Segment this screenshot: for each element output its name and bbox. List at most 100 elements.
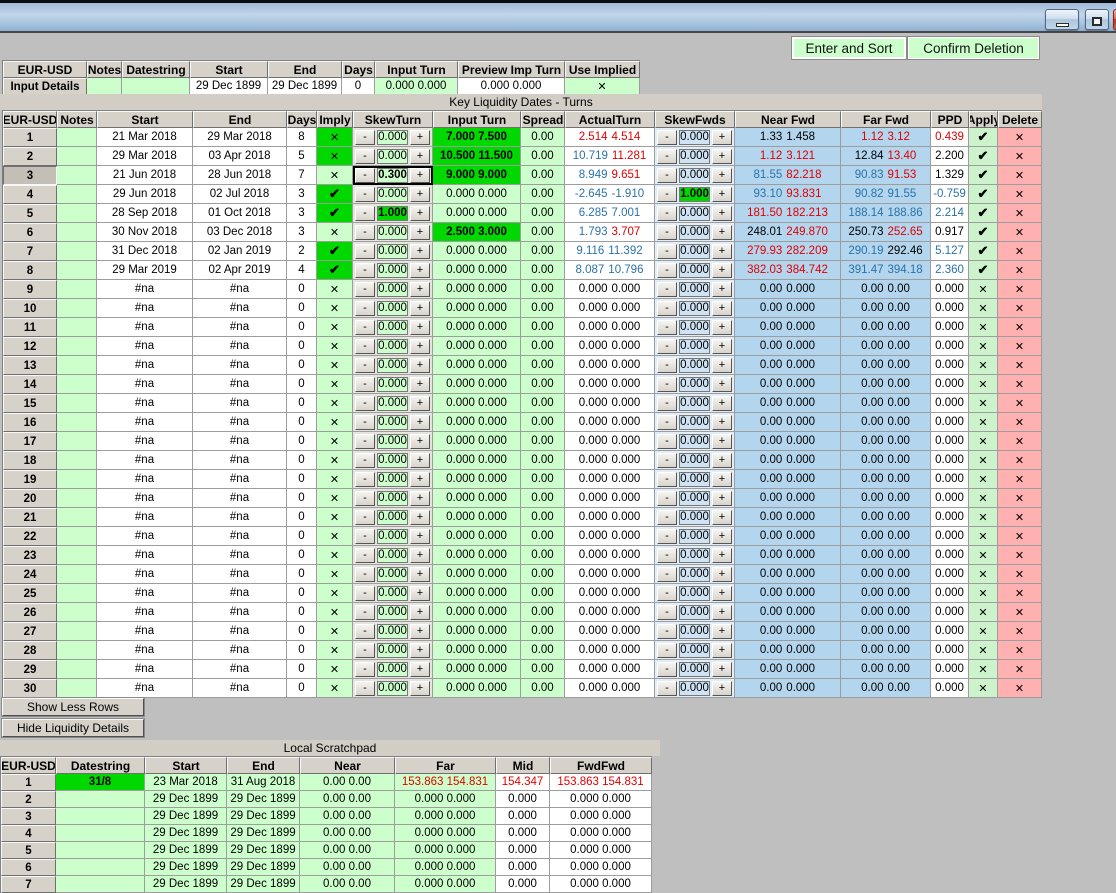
skewfwds-decrement-button[interactable]: - (657, 301, 677, 316)
row-number[interactable]: 18 (3, 451, 57, 470)
apply-toggle[interactable]: ✔ (969, 204, 998, 223)
skewfwds-increment-button[interactable]: + (712, 510, 732, 525)
skewfwds-decrement-button[interactable]: - (657, 149, 677, 164)
skewturn-increment-button[interactable]: + (410, 491, 430, 506)
input-turn-cell[interactable]: 0.000 0.000 (433, 679, 521, 698)
input-turn-cell[interactable]: 0.000 0.000 (375, 78, 458, 95)
skewfwds-increment-button[interactable]: + (712, 149, 732, 164)
skewturn-value[interactable]: 0.000 (377, 567, 408, 582)
skewturn-increment-button[interactable]: + (410, 605, 430, 620)
end-cell[interactable]: 03 Dec 2018 (193, 223, 287, 242)
notes-cell[interactable] (57, 451, 97, 470)
skewturn-decrement-button[interactable]: - (355, 472, 375, 487)
skewturn-decrement-button[interactable]: - (355, 168, 375, 183)
end-cell[interactable]: 29 Dec 1899 (227, 791, 300, 808)
input-turn-cell[interactable]: 0.000 0.000 (433, 299, 521, 318)
end-cell[interactable]: 29 Dec 1899 (227, 825, 300, 842)
row-number[interactable]: 30 (3, 679, 57, 698)
end-cell[interactable]: #na (193, 432, 287, 451)
skewturn-value[interactable]: 0.000 (377, 339, 408, 354)
apply-toggle[interactable]: ✔ (969, 242, 998, 261)
skewturn-increment-button[interactable]: + (410, 415, 430, 430)
notes-cell[interactable] (57, 318, 97, 337)
end-cell[interactable]: #na (193, 679, 287, 698)
input-turn-cell[interactable]: 0.000 0.000 (433, 242, 521, 261)
start-cell[interactable]: 31 Dec 2018 (97, 242, 193, 261)
skewturn-increment-button[interactable]: + (410, 263, 430, 278)
imply-toggle[interactable]: ✕ (317, 451, 353, 470)
input-turn-cell[interactable]: 0.000 0.000 (433, 261, 521, 280)
skewfwds-increment-button[interactable]: + (712, 377, 732, 392)
skewturn-value[interactable]: 0.000 (377, 301, 408, 316)
skewfwds-value[interactable]: 0.000 (679, 244, 710, 259)
skewfwds-decrement-button[interactable]: - (657, 643, 677, 658)
skewturn-increment-button[interactable]: + (410, 681, 430, 696)
near-cell[interactable]: 0.00 0.00 (300, 808, 395, 825)
end-cell[interactable]: #na (193, 375, 287, 394)
end-cell[interactable]: 29 Dec 1899 (268, 78, 342, 95)
input-turn-cell[interactable]: 0.000 0.000 (433, 432, 521, 451)
input-turn-cell[interactable]: 0.000 0.000 (433, 337, 521, 356)
end-cell[interactable]: #na (193, 489, 287, 508)
notes-cell[interactable] (57, 660, 97, 679)
notes-cell[interactable] (57, 527, 97, 546)
skewfwds-value[interactable]: 0.000 (679, 491, 710, 506)
skewturn-increment-button[interactable]: + (410, 434, 430, 449)
skewfwds-decrement-button[interactable]: - (657, 244, 677, 259)
delete-button[interactable]: ✕ (998, 489, 1042, 508)
delete-button[interactable]: ✕ (998, 185, 1042, 204)
start-cell[interactable]: #na (97, 394, 193, 413)
end-cell[interactable]: #na (193, 470, 287, 489)
skewturn-value[interactable]: 0.000 (377, 510, 408, 525)
start-cell[interactable]: #na (97, 413, 193, 432)
delete-button[interactable]: ✕ (998, 527, 1042, 546)
skewfwds-value[interactable]: 0.000 (679, 567, 710, 582)
skewturn-value[interactable]: 0.000 (377, 586, 408, 601)
start-cell[interactable]: 29 Dec 1899 (145, 876, 227, 893)
row-number[interactable]: 7 (1, 876, 56, 893)
skewturn-decrement-button[interactable]: - (355, 567, 375, 582)
delete-button[interactable]: ✕ (998, 432, 1042, 451)
apply-toggle[interactable]: ✕ (969, 660, 998, 679)
row-number[interactable]: 3 (3, 166, 57, 185)
start-cell[interactable]: 23 Mar 2018 (145, 774, 227, 791)
row-number[interactable]: 2 (1, 791, 56, 808)
skewturn-decrement-button[interactable]: - (355, 358, 375, 373)
input-turn-cell[interactable]: 0.000 0.000 (433, 356, 521, 375)
imply-toggle[interactable]: ✔ (317, 242, 353, 261)
skewturn-decrement-button[interactable]: - (355, 187, 375, 202)
datestring-cell[interactable] (56, 859, 145, 876)
input-turn-cell[interactable]: 0.000 0.000 (433, 565, 521, 584)
skewturn-value[interactable]: 0.000 (377, 662, 408, 677)
delete-button[interactable]: ✕ (998, 679, 1042, 698)
skewturn-value[interactable]: 0.000 (377, 187, 408, 202)
notes-cell[interactable] (87, 78, 122, 95)
delete-button[interactable]: ✕ (998, 337, 1042, 356)
start-cell[interactable]: #na (97, 622, 193, 641)
skewfwds-value[interactable]: 0.000 (679, 624, 710, 639)
skewturn-decrement-button[interactable]: - (355, 662, 375, 677)
apply-toggle[interactable]: ✕ (969, 489, 998, 508)
input-turn-cell[interactable]: 9.000 9.000 (433, 166, 521, 185)
row-number[interactable]: 17 (3, 432, 57, 451)
delete-button[interactable]: ✕ (998, 166, 1042, 185)
notes-cell[interactable] (57, 204, 97, 223)
skewfwds-decrement-button[interactable]: - (657, 396, 677, 411)
skewturn-value[interactable]: 0.000 (377, 548, 408, 563)
row-number[interactable]: 26 (3, 603, 57, 622)
row-number[interactable]: 19 (3, 470, 57, 489)
delete-button[interactable]: ✕ (998, 375, 1042, 394)
skewfwds-value[interactable]: 0.000 (679, 529, 710, 544)
datestring-cell[interactable] (56, 876, 145, 893)
skewfwds-value[interactable]: 0.000 (679, 282, 710, 297)
skewfwds-decrement-button[interactable]: - (657, 130, 677, 145)
skewturn-decrement-button[interactable]: - (355, 491, 375, 506)
skewfwds-value[interactable]: 0.000 (679, 206, 710, 221)
imply-toggle[interactable]: ✕ (317, 375, 353, 394)
skewturn-increment-button[interactable]: + (410, 396, 430, 411)
skewfwds-increment-button[interactable]: + (712, 301, 732, 316)
hide-liquidity-details-button[interactable]: Hide Liquidity Details (2, 719, 144, 737)
row-number[interactable]: 14 (3, 375, 57, 394)
skewturn-increment-button[interactable]: + (410, 529, 430, 544)
skewturn-decrement-button[interactable]: - (355, 206, 375, 221)
